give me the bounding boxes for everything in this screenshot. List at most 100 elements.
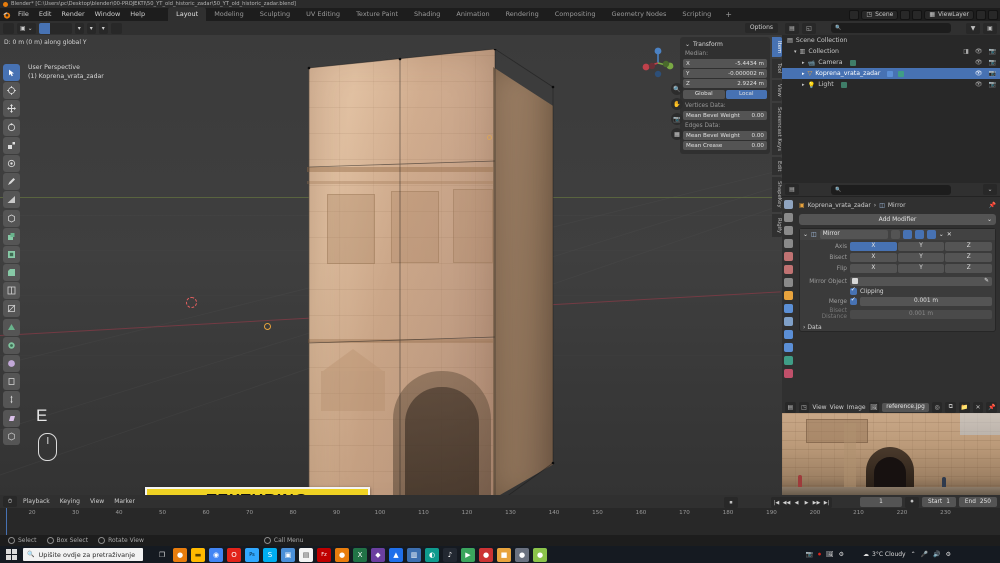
view-layer-properties-tab[interactable] bbox=[784, 239, 793, 248]
expand-arrow-icon[interactable]: ▸ bbox=[802, 60, 805, 66]
view-menu[interactable]: ▾ bbox=[74, 22, 84, 34]
render-properties-tab[interactable] bbox=[784, 213, 793, 222]
world-properties-tab[interactable] bbox=[784, 265, 793, 274]
outliner-row-koprena-vrata-zadar[interactable]: ▸ ▽ Koprena_vrata_zadar 👁 📷 bbox=[782, 68, 1000, 79]
realtime-display-icon[interactable] bbox=[914, 230, 924, 239]
annotate-tool[interactable] bbox=[3, 173, 20, 191]
render-display-icon[interactable] bbox=[926, 230, 936, 239]
app-orange-icon[interactable]: ■ bbox=[497, 547, 511, 562]
image-capture-icon[interactable]: 🖼 bbox=[826, 551, 834, 558]
jump-end-icon[interactable]: ▶| bbox=[822, 498, 831, 507]
mesh-object-koprena-vrata-zadar[interactable] bbox=[305, 49, 560, 495]
outliner-filter-mode-icon[interactable]: ◱ bbox=[802, 22, 816, 34]
timeline-menu-playback[interactable]: Playback bbox=[19, 498, 54, 505]
skype-icon[interactable]: S bbox=[263, 547, 277, 562]
menu-window[interactable]: Window bbox=[90, 8, 126, 21]
object-data-properties-tab[interactable] bbox=[784, 356, 793, 365]
flip-y-toggle[interactable]: Y bbox=[897, 264, 945, 273]
hide-eye-icon[interactable]: 👁 bbox=[975, 81, 983, 88]
constraint-properties-tab[interactable] bbox=[784, 343, 793, 352]
vertex-select-icon[interactable] bbox=[38, 22, 50, 34]
viewlayer-selector[interactable]: ▦ ViewLayer bbox=[924, 9, 974, 20]
tab-sculpting[interactable]: Sculpting bbox=[252, 7, 298, 21]
settings-icon[interactable]: ⚙ bbox=[839, 551, 844, 558]
screenshot-icon[interactable]: 📷 bbox=[805, 551, 812, 558]
properties-options-icon[interactable]: ⌄ bbox=[983, 184, 997, 195]
particle-properties-tab[interactable] bbox=[784, 317, 793, 326]
timeline-menu-view[interactable]: View bbox=[86, 498, 108, 505]
axis-x-toggle[interactable]: X bbox=[850, 242, 897, 251]
calendar-icon[interactable]: ▤ bbox=[299, 547, 313, 562]
spin-tool[interactable] bbox=[3, 336, 20, 354]
playhead[interactable] bbox=[6, 508, 7, 535]
outliner-row-light[interactable]: ▸ 💡 Light 👁 📷 bbox=[782, 79, 1000, 90]
filter-icon[interactable]: ▼ bbox=[966, 22, 980, 34]
3d-viewport[interactable]: ▣ ⌄ ▾ ▾ ▾ Options D: 0 m (0 m) along glo… bbox=[0, 21, 782, 495]
file-explorer-icon[interactable]: ▬ bbox=[191, 547, 205, 562]
app-teal-icon[interactable]: ◐ bbox=[425, 547, 439, 562]
disable-render-icon[interactable]: 📷 bbox=[989, 59, 996, 66]
play-reverse-icon[interactable]: ◀ bbox=[792, 498, 801, 507]
global-space-button[interactable]: Global bbox=[683, 90, 725, 99]
hide-eye-icon[interactable]: 👁 bbox=[975, 48, 983, 55]
chevron-down-icon[interactable]: ⌄ bbox=[803, 231, 808, 238]
show-hidden-icons-icon[interactable]: ⌃ bbox=[911, 551, 916, 558]
network-icon[interactable]: ⚙ bbox=[946, 551, 951, 558]
bevel-tool[interactable] bbox=[3, 264, 20, 282]
taskbar-search-input[interactable]: 🔍 Upišite ovdje za pretraživanje bbox=[23, 548, 143, 561]
outliner-row-collection[interactable]: ▾ ▥ Collection ◨ 👁 📷 bbox=[782, 46, 1000, 57]
on-cage-display-icon[interactable] bbox=[902, 230, 912, 239]
playback-record-icon[interactable]: ⏹ bbox=[724, 497, 738, 508]
blender-menu-icon[interactable] bbox=[0, 8, 13, 21]
timeline-editor-type-icon[interactable]: ⏱ bbox=[3, 496, 17, 507]
viewport-options-button[interactable]: Options bbox=[744, 23, 778, 33]
new-viewlayer-icon[interactable] bbox=[976, 9, 986, 20]
bisect-y-toggle[interactable]: Y bbox=[897, 253, 945, 262]
disable-render-icon[interactable]: 📷 bbox=[989, 70, 996, 77]
scale-tool[interactable] bbox=[3, 136, 20, 154]
mesh-select-mode-group[interactable] bbox=[38, 22, 72, 34]
expand-arrow-icon[interactable]: ▸ bbox=[802, 82, 805, 88]
hide-eye-icon[interactable]: 👁 bbox=[975, 59, 983, 66]
edit-mode-display-icon[interactable] bbox=[890, 230, 900, 239]
poly-build-tool[interactable] bbox=[3, 318, 20, 336]
axis-y-toggle[interactable]: Y bbox=[897, 242, 945, 251]
clipping-checkbox[interactable] bbox=[850, 286, 857, 295]
outliner-new-collection-icon[interactable]: ▣ bbox=[983, 22, 997, 34]
smooth-tool[interactable] bbox=[3, 355, 20, 372]
hide-eye-icon[interactable]: 👁 bbox=[975, 70, 983, 77]
next-keyframe-icon[interactable]: ▶▶ bbox=[812, 498, 821, 507]
frame-end-field[interactable]: End 250 bbox=[958, 497, 997, 507]
sidebar-tab-view[interactable]: View bbox=[772, 79, 782, 101]
photoshop-icon[interactable]: Ps bbox=[245, 547, 259, 562]
face-select-icon[interactable] bbox=[61, 23, 72, 34]
loop-cut-tool[interactable] bbox=[3, 282, 20, 300]
pin-icon[interactable]: 📌 bbox=[989, 202, 996, 209]
object-properties-tab[interactable] bbox=[784, 291, 793, 300]
extrude-region-tool[interactable] bbox=[3, 227, 20, 245]
outliner-row-camera[interactable]: ▸ 📹 Camera 👁 📷 bbox=[782, 57, 1000, 68]
tab-texture-paint[interactable]: Texture Paint bbox=[348, 7, 406, 21]
output-properties-tab[interactable] bbox=[784, 226, 793, 235]
open-image-icon[interactable]: 📁 bbox=[959, 401, 970, 413]
flip-x-toggle[interactable]: X bbox=[850, 264, 897, 273]
timeline-editor[interactable]: ⏱ Playback Keying View Marker 1 ⏺ Start … bbox=[0, 495, 1000, 535]
edge-select-icon[interactable] bbox=[50, 23, 61, 34]
frame-start-field[interactable]: Start 1 bbox=[922, 497, 956, 507]
axis-z-toggle[interactable]: Z bbox=[945, 242, 993, 251]
edge-slide-tool[interactable] bbox=[3, 373, 20, 391]
disable-render-icon[interactable]: 📷 bbox=[989, 48, 996, 55]
app-red-icon[interactable]: ● bbox=[479, 547, 493, 562]
prev-keyframe-icon[interactable]: ◀◀ bbox=[782, 498, 791, 507]
rotate-tool[interactable] bbox=[3, 118, 20, 136]
shear-tool[interactable] bbox=[3, 409, 20, 427]
image-name-field[interactable]: reference.jpg bbox=[882, 402, 929, 412]
inset-faces-tool[interactable] bbox=[3, 245, 20, 263]
properties-editor[interactable]: ▤ 🔍 ⌄ ▣ Koprena_vrata_zadar › ◫ Mirror 📌… bbox=[782, 183, 1000, 401]
clipping-checkbox-group[interactable]: Clipping bbox=[850, 286, 992, 295]
pan-hand-icon[interactable]: ✋ bbox=[671, 98, 683, 110]
viewport-canvas[interactable] bbox=[0, 35, 782, 495]
timeline-menu-marker[interactable]: Marker bbox=[110, 498, 139, 505]
jump-start-icon[interactable]: |◀ bbox=[772, 498, 781, 507]
transform-panel-header[interactable]: ⌄ Transform bbox=[683, 40, 767, 49]
